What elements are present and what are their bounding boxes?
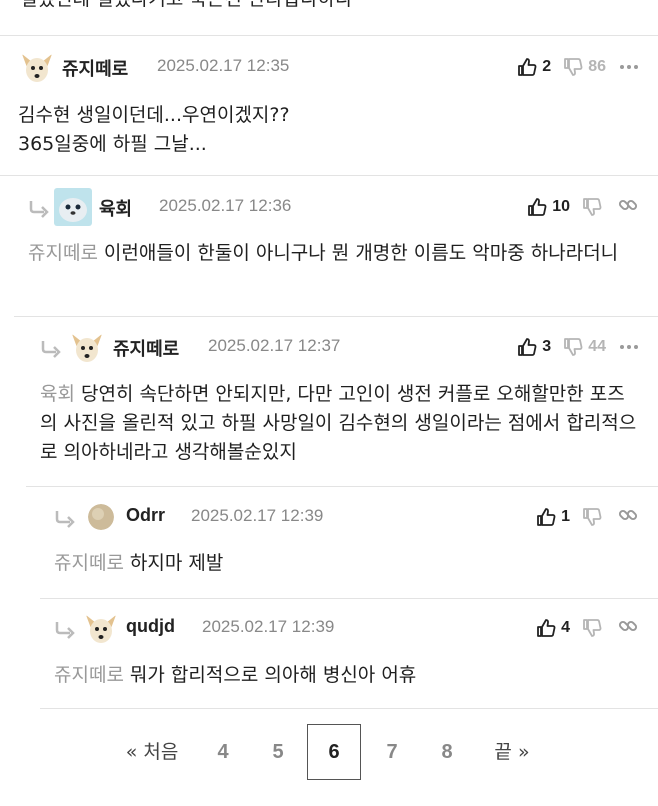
reply-comment: 쥬지떼로 2025.02.17 12:37 3 44 육회 당연히 속단하면 안되… (40, 326, 658, 476)
previous-comment-text: 설렜던데 설렜다거고 죽은건 안타깝다하다 (0, 0, 658, 20)
comment-nickname[interactable]: Odrr (126, 505, 165, 526)
comment-date: 2025.02.17 12:39 (191, 506, 324, 525)
avatar-circle[interactable] (88, 504, 114, 530)
mention-tag[interactable]: 쥬지떼로 (28, 242, 98, 264)
thumb-up-icon (517, 57, 537, 77)
comment-date: 2025.02.17 12:36 (159, 196, 292, 215)
like-count: 2 (542, 58, 552, 75)
like-count: 3 (542, 338, 552, 355)
like-count: 10 (552, 198, 570, 215)
divider (14, 316, 658, 317)
comment-nickname[interactable]: 쥬지떼로 (62, 55, 128, 81)
link-icon[interactable] (618, 616, 638, 640)
reply-arrow-icon (28, 200, 50, 218)
comment-text-content: 뭐가 합리적으로 의아해 병신아 어휴 (129, 664, 417, 686)
avatar-dog[interactable] (82, 609, 120, 647)
reply-comment: 육회 2025.02.17 12:36 10 쥬지떼로 이런애들이 한둘이 아니구… (28, 186, 658, 306)
like-button[interactable]: 2 (517, 57, 551, 77)
mention-tag[interactable]: 쥬지떼로 (54, 664, 124, 686)
comment-text-content: 이런애들이 한둘이 아니구나 뭔 개명한 이름도 악마중 하나라더니 (103, 242, 619, 264)
avatar-dog[interactable] (18, 48, 56, 86)
comment-nickname[interactable]: 쥬지떼로 (113, 335, 179, 361)
comment-nickname[interactable]: qudjd (126, 616, 175, 637)
divider (40, 598, 658, 599)
reply-arrow-icon (54, 510, 76, 528)
divider (0, 35, 658, 36)
thumb-down-icon (582, 507, 602, 527)
pagination: « 처음 4 5 6 7 8 끝 » (0, 722, 658, 782)
dislike-button[interactable]: 86 (563, 57, 606, 77)
comment-date: 2025.02.17 12:35 (157, 56, 290, 75)
pagination-last[interactable]: 끝 » (484, 730, 540, 774)
comment-text-line: 365일중에 하필 그날... (18, 133, 207, 155)
dislike-button[interactable] (582, 507, 602, 527)
comment-text: 육회 당연히 속단하면 안되지만, 다만 고인이 생전 커플로 오해할만한 포즈의… (40, 380, 638, 467)
dislike-button[interactable] (582, 618, 602, 638)
avatar-seal[interactable] (54, 188, 92, 226)
thumb-down-icon (563, 337, 583, 357)
comment-text-content: 하지마 제발 (129, 552, 224, 574)
link-icon[interactable] (618, 195, 638, 219)
thumb-up-icon (536, 618, 556, 638)
like-button[interactable]: 1 (536, 507, 570, 527)
dislike-count: 44 (588, 338, 606, 355)
comment-text-content: 당연히 속단하면 안되지만, 다만 고인이 생전 커플로 오해할만한 포즈의 사… (40, 383, 637, 463)
comment-text: 쥬지떼로 하지마 제발 (54, 549, 638, 578)
divider (26, 486, 658, 487)
mention-tag[interactable]: 육회 (40, 383, 75, 405)
more-dots-icon[interactable] (620, 65, 638, 69)
comment-nickname[interactable]: 육회 (99, 195, 132, 221)
thumb-down-icon (582, 197, 602, 217)
thumb-up-icon (536, 507, 556, 527)
comment-date: 2025.02.17 12:39 (202, 617, 335, 636)
page-link[interactable]: 4 (208, 730, 238, 774)
page-link-current[interactable]: 6 (307, 724, 361, 780)
reply-comment: qudjd 2025.02.17 12:39 4 쥬지떼로 뭐가 합리적으로 의아… (54, 607, 658, 707)
dislike-count: 86 (588, 58, 606, 75)
like-count: 1 (561, 508, 570, 525)
reply-comment: Odrr 2025.02.17 12:39 1 쥬지떼로 하지마 제발 (54, 496, 658, 596)
page-link[interactable]: 5 (263, 730, 293, 774)
thumb-down-icon (563, 57, 583, 77)
like-button[interactable]: 4 (536, 618, 570, 638)
comment-text: 쥬지떼로 이런애들이 한둘이 아니구나 뭔 개명한 이름도 악마중 하나라더니 (28, 239, 638, 268)
page-link[interactable]: 7 (377, 730, 407, 774)
thumb-down-icon (582, 618, 602, 638)
comment: 쥬지떼로 2025.02.17 12:35 2 86 김수현 생일이던데...우… (18, 46, 658, 171)
more-dots-icon[interactable] (620, 345, 638, 349)
pagination-first[interactable]: « 처음 (118, 730, 186, 774)
divider (0, 175, 658, 176)
reply-arrow-icon (40, 340, 62, 358)
like-count: 4 (561, 619, 570, 636)
thumb-up-icon (527, 197, 547, 217)
divider (40, 708, 658, 709)
mention-tag[interactable]: 쥬지떼로 (54, 552, 124, 574)
link-icon[interactable] (618, 505, 638, 529)
comment-text-line: 김수현 생일이던데...우연이겠지?? (18, 104, 290, 126)
avatar-dog[interactable] (68, 328, 106, 366)
dislike-button[interactable] (582, 197, 602, 217)
like-button[interactable]: 10 (527, 197, 570, 217)
page-link[interactable]: 8 (432, 730, 462, 774)
like-button[interactable]: 3 (517, 337, 551, 357)
reply-arrow-icon (54, 621, 76, 639)
comment-date: 2025.02.17 12:37 (208, 336, 341, 355)
comment-text: 쥬지떼로 뭐가 합리적으로 의아해 병신아 어휴 (54, 661, 638, 690)
comment-text: 김수현 생일이던데...우연이겠지?? 365일중에 하필 그날... (18, 101, 638, 159)
dislike-button[interactable]: 44 (563, 337, 606, 357)
thumb-up-icon (517, 337, 537, 357)
